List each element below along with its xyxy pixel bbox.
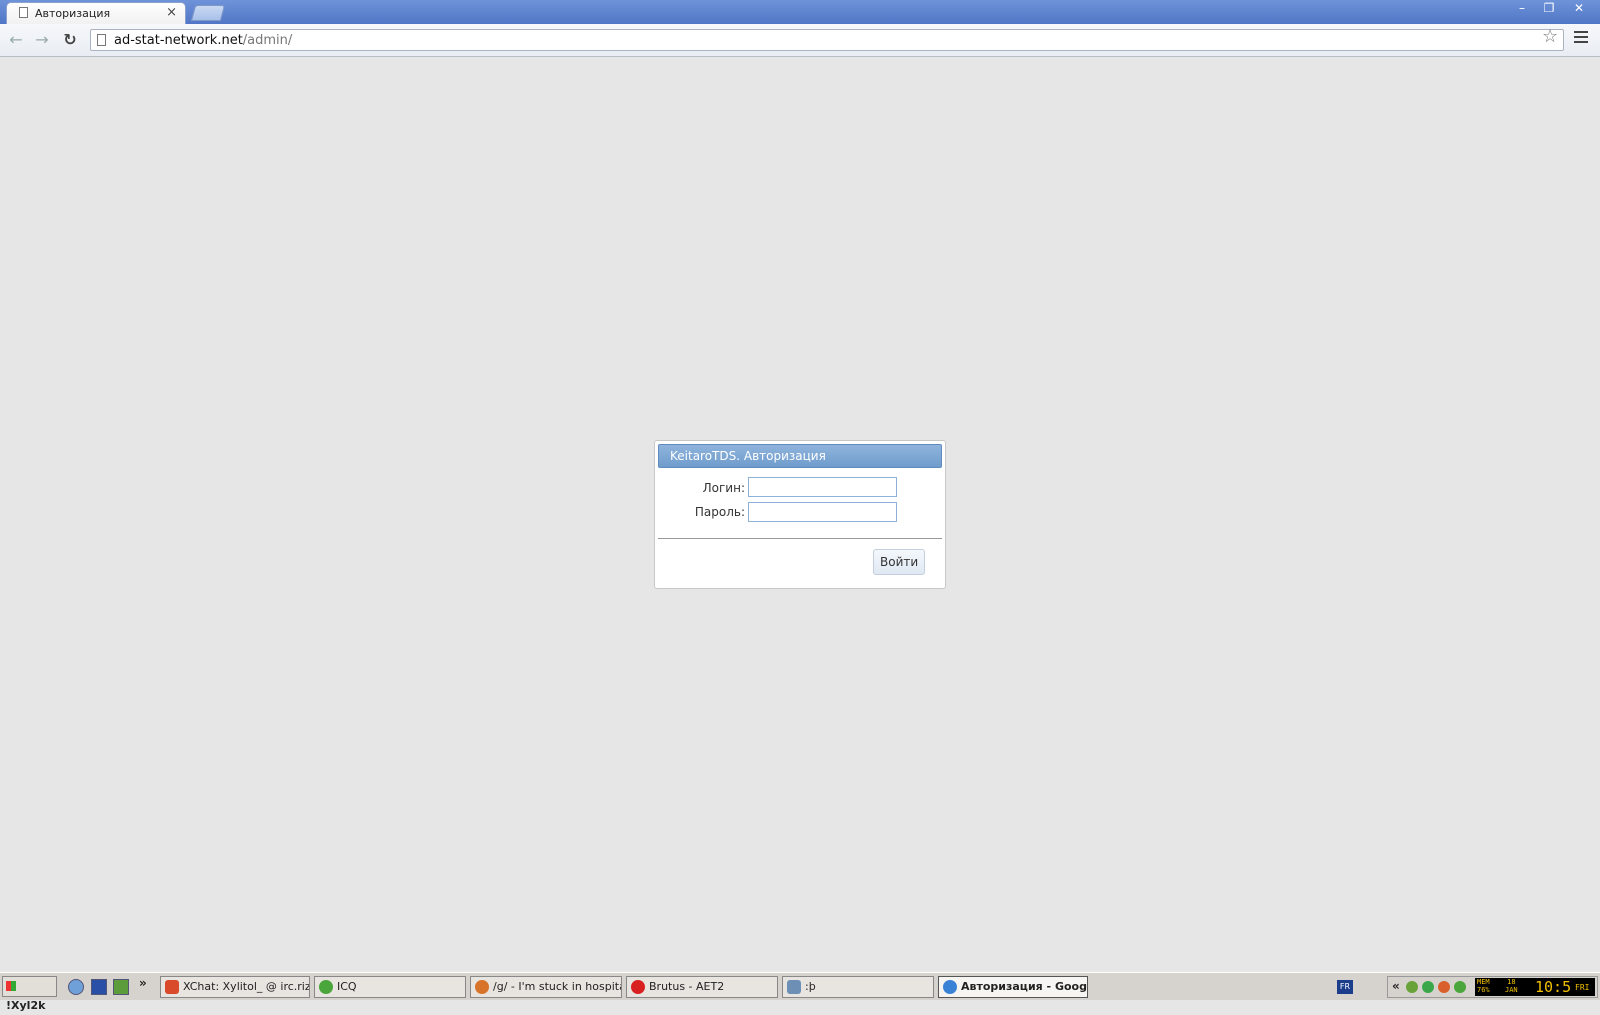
login-panel: KeitaroTDS. Авторизация Логин: Пароль: В… bbox=[654, 440, 946, 589]
task-folder[interactable]: :þ bbox=[782, 976, 934, 998]
url-path: /admin/ bbox=[242, 33, 293, 48]
address-bar[interactable]: ad-stat-network.net/admin/ bbox=[90, 29, 1564, 51]
time-display: 10:5 bbox=[1535, 978, 1572, 996]
folder-icon bbox=[787, 980, 801, 994]
login-input[interactable] bbox=[748, 477, 897, 497]
task-label: :þ bbox=[805, 980, 816, 993]
tab-title: Авторизация bbox=[35, 7, 111, 20]
task-firefox[interactable]: /g/ - I'm stuck in hospital ... bbox=[470, 976, 622, 998]
task-icq[interactable]: ICQ bbox=[314, 976, 466, 998]
memory-usage: MEM 76% bbox=[1477, 978, 1490, 994]
system-tray: « MEM 76% 18 JAN 10:5 FRI bbox=[1387, 976, 1598, 998]
windows-flag-icon bbox=[6, 981, 16, 991]
ie-quicklaunch-icon[interactable] bbox=[68, 979, 84, 995]
firefox-icon bbox=[475, 980, 489, 994]
icq-icon bbox=[319, 980, 333, 994]
task-chrome[interactable]: Авторизация - Googl... bbox=[938, 976, 1088, 998]
app-quicklaunch-icon[interactable] bbox=[91, 979, 107, 995]
task-xchat[interactable]: XChat: Xylitol_ @ irc.rizo... bbox=[160, 976, 310, 998]
login-panel-header: KeitaroTDS. Авторизация bbox=[658, 444, 942, 468]
divider bbox=[658, 538, 942, 539]
clock-widget[interactable]: MEM 76% 18 JAN 10:5 FRI bbox=[1475, 978, 1595, 996]
task-brutus[interactable]: Brutus - AET2 bbox=[626, 976, 778, 998]
icq-tray-icon[interactable] bbox=[1454, 981, 1466, 993]
browser-tab[interactable]: Авторизация × bbox=[6, 2, 186, 24]
forward-arrow-icon[interactable]: → bbox=[32, 31, 52, 49]
user-tray-icon[interactable] bbox=[1406, 981, 1418, 993]
minimize-button[interactable]: – bbox=[1509, 0, 1535, 17]
page-icon bbox=[19, 7, 28, 18]
language-indicator[interactable]: FR bbox=[1337, 980, 1353, 994]
url-host: ad-stat-network.net bbox=[114, 33, 243, 48]
task-label: ICQ bbox=[337, 980, 357, 993]
maximize-button[interactable]: ❐ bbox=[1536, 0, 1562, 17]
paint-quicklaunch-icon[interactable] bbox=[113, 979, 129, 995]
browser-toolbar: ← → ↻ ad-stat-network.net/admin/ ☆ bbox=[0, 24, 1600, 57]
task-label: XChat: Xylitol_ @ irc.rizo... bbox=[183, 980, 309, 993]
login-button[interactable]: Войти bbox=[873, 549, 925, 575]
quicklaunch-more[interactable]: » bbox=[139, 976, 147, 990]
password-label: Пароль: bbox=[694, 505, 745, 519]
chrome-icon bbox=[943, 980, 957, 994]
taskbar: !Xyl2k » XChat: Xylitol_ @ irc.rizo... I… bbox=[0, 972, 1600, 1012]
xchat-tray-icon[interactable] bbox=[1438, 981, 1450, 993]
task-label: Brutus - AET2 bbox=[649, 980, 725, 993]
date-display: 18 JAN bbox=[1505, 978, 1518, 994]
reload-icon[interactable]: ↻ bbox=[60, 31, 80, 49]
start-label: !Xyl2k bbox=[6, 999, 46, 1012]
error-icon bbox=[631, 980, 645, 994]
start-button[interactable]: !Xyl2k bbox=[2, 976, 57, 1012]
url-text: ad-stat-network.net/admin/ bbox=[114, 33, 292, 48]
page-icon bbox=[97, 34, 106, 46]
menu-icon[interactable] bbox=[1574, 31, 1588, 46]
shield-tray-icon[interactable] bbox=[1422, 981, 1434, 993]
close-window-button[interactable]: ✕ bbox=[1563, 0, 1595, 17]
bookmark-star-icon[interactable]: ☆ bbox=[1542, 26, 1558, 47]
back-arrow-icon[interactable]: ← bbox=[6, 31, 26, 49]
day-display: FRI bbox=[1575, 983, 1590, 992]
tab-close-icon[interactable]: × bbox=[166, 5, 177, 20]
browser-tab-strip: Авторизация × – ❐ ✕ bbox=[0, 0, 1600, 24]
new-tab-button[interactable] bbox=[190, 5, 226, 21]
xchat-icon bbox=[165, 980, 179, 994]
password-input[interactable] bbox=[748, 502, 897, 522]
tray-expand-icon[interactable]: « bbox=[1392, 979, 1400, 993]
task-label: /g/ - I'm stuck in hospital ... bbox=[493, 980, 621, 993]
login-label: Логин: bbox=[702, 481, 745, 495]
task-label: Авторизация - Googl... bbox=[961, 980, 1087, 993]
